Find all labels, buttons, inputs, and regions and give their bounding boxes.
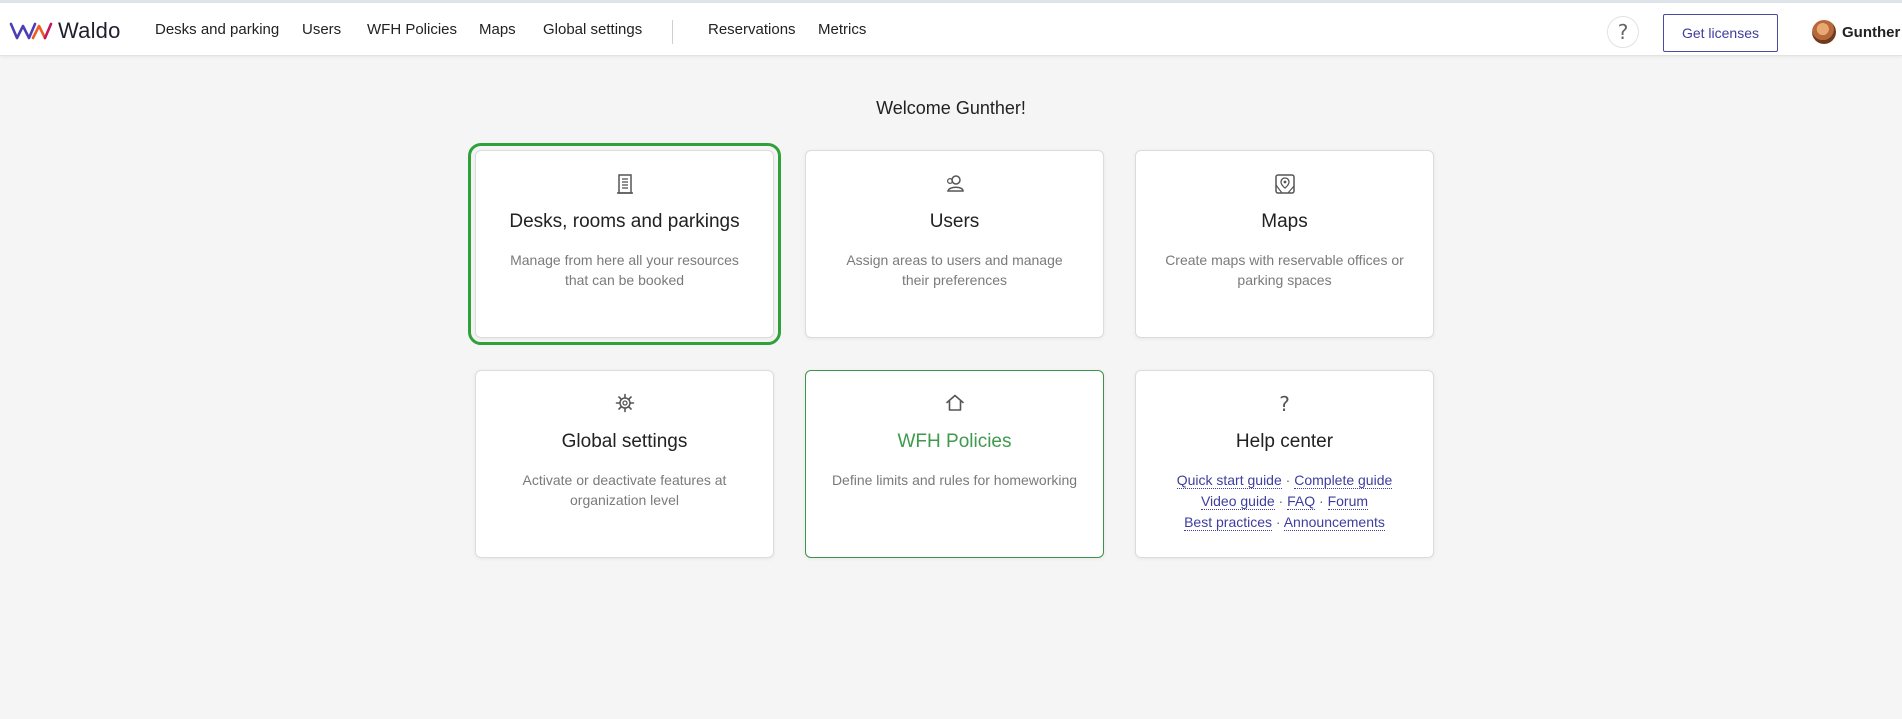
user-icon xyxy=(806,173,1103,197)
quick-start-guide-link[interactable]: Quick start guide xyxy=(1176,472,1282,489)
complete-guide-link[interactable]: Complete guide xyxy=(1294,472,1393,489)
link-separator: · xyxy=(1285,472,1291,488)
card-description: Activate or deactivate features at organ… xyxy=(522,472,727,508)
nav-users[interactable]: Users xyxy=(302,21,341,38)
link-separator: · xyxy=(1275,514,1281,530)
nav-wfh-policies[interactable]: WFH Policies xyxy=(367,21,457,38)
card-title: Help center xyxy=(1235,431,1334,452)
video-guide-link[interactable]: Video guide xyxy=(1200,493,1275,510)
get-licenses-button[interactable]: Get licenses xyxy=(1663,14,1778,52)
card-wfh-policies[interactable]: WFH Policies Define limits and rules for… xyxy=(805,370,1104,558)
link-separator: · xyxy=(1319,493,1324,509)
forum-link[interactable]: Forum xyxy=(1327,493,1369,510)
nav-maps[interactable]: Maps xyxy=(479,21,516,38)
nav-reservations[interactable]: Reservations xyxy=(708,21,796,38)
faq-link[interactable]: FAQ xyxy=(1287,493,1316,510)
question-glyph: ? xyxy=(1279,392,1290,416)
nav-global-settings[interactable]: Global settings xyxy=(543,21,642,38)
user-name: Gunther xyxy=(1842,23,1901,41)
home-icon xyxy=(806,393,1103,417)
help-links-line-1: Quick start guide · Complete guide xyxy=(1146,470,1423,491)
card-description: Create maps with reservable offices or p… xyxy=(1165,252,1404,288)
announcements-link[interactable]: Announcements xyxy=(1283,514,1385,531)
card-users[interactable]: Users Assign areas to users and manage t… xyxy=(805,150,1104,338)
card-title: WFH Policies xyxy=(897,431,1012,452)
nav-divider xyxy=(672,20,673,44)
avatar xyxy=(1812,20,1836,44)
help-links-line-2: Video guide · FAQ · Forum xyxy=(1146,491,1423,512)
card-desks-rooms-parkings[interactable]: Desks, rooms and parkings Manage from he… xyxy=(468,143,781,345)
nav-metrics[interactable]: Metrics xyxy=(818,21,866,38)
help-links-line-3: Best practices · Announcements xyxy=(1146,512,1423,533)
logo-text: Waldo xyxy=(58,18,121,43)
user-menu[interactable]: Gunther xyxy=(1812,20,1900,44)
card-global-settings[interactable]: Global settings Activate or deactivate f… xyxy=(475,370,774,558)
card-title: Global settings xyxy=(561,431,688,452)
card-title: Maps xyxy=(1261,211,1308,232)
map-icon xyxy=(1136,173,1433,197)
top-navbar: Waldo Desks and parking Users WFH Polici… xyxy=(0,3,1902,56)
card-description: Define limits and rules for homeworking xyxy=(831,472,1078,488)
link-separator: · xyxy=(1278,493,1284,509)
building-icon xyxy=(476,173,773,197)
card-title: Users xyxy=(929,211,980,232)
waldo-logo[interactable]: Waldo xyxy=(9,18,121,44)
card-title: Desks, rooms and parkings xyxy=(509,211,740,232)
help-links: Quick start guide · Complete guide Video… xyxy=(1146,470,1423,533)
gear-icon xyxy=(476,393,773,417)
waldo-logo-mark-icon xyxy=(9,22,53,40)
card-description: Assign areas to users and manage their p… xyxy=(846,252,1063,288)
welcome-message: Welcome Gunther! xyxy=(876,98,1026,118)
help-icon[interactable]: ? xyxy=(1607,16,1639,48)
best-practices-link[interactable]: Best practices xyxy=(1184,514,1273,531)
card-description: Manage from here all your resources that… xyxy=(510,252,739,288)
card-help-center: ? Help center Quick start guide · Comple… xyxy=(1135,370,1434,558)
question-icon: ? xyxy=(1136,393,1433,417)
card-maps[interactable]: Maps Create maps with reservable offices… xyxy=(1135,150,1434,338)
nav-desks-and-parking[interactable]: Desks and parking xyxy=(155,21,279,38)
